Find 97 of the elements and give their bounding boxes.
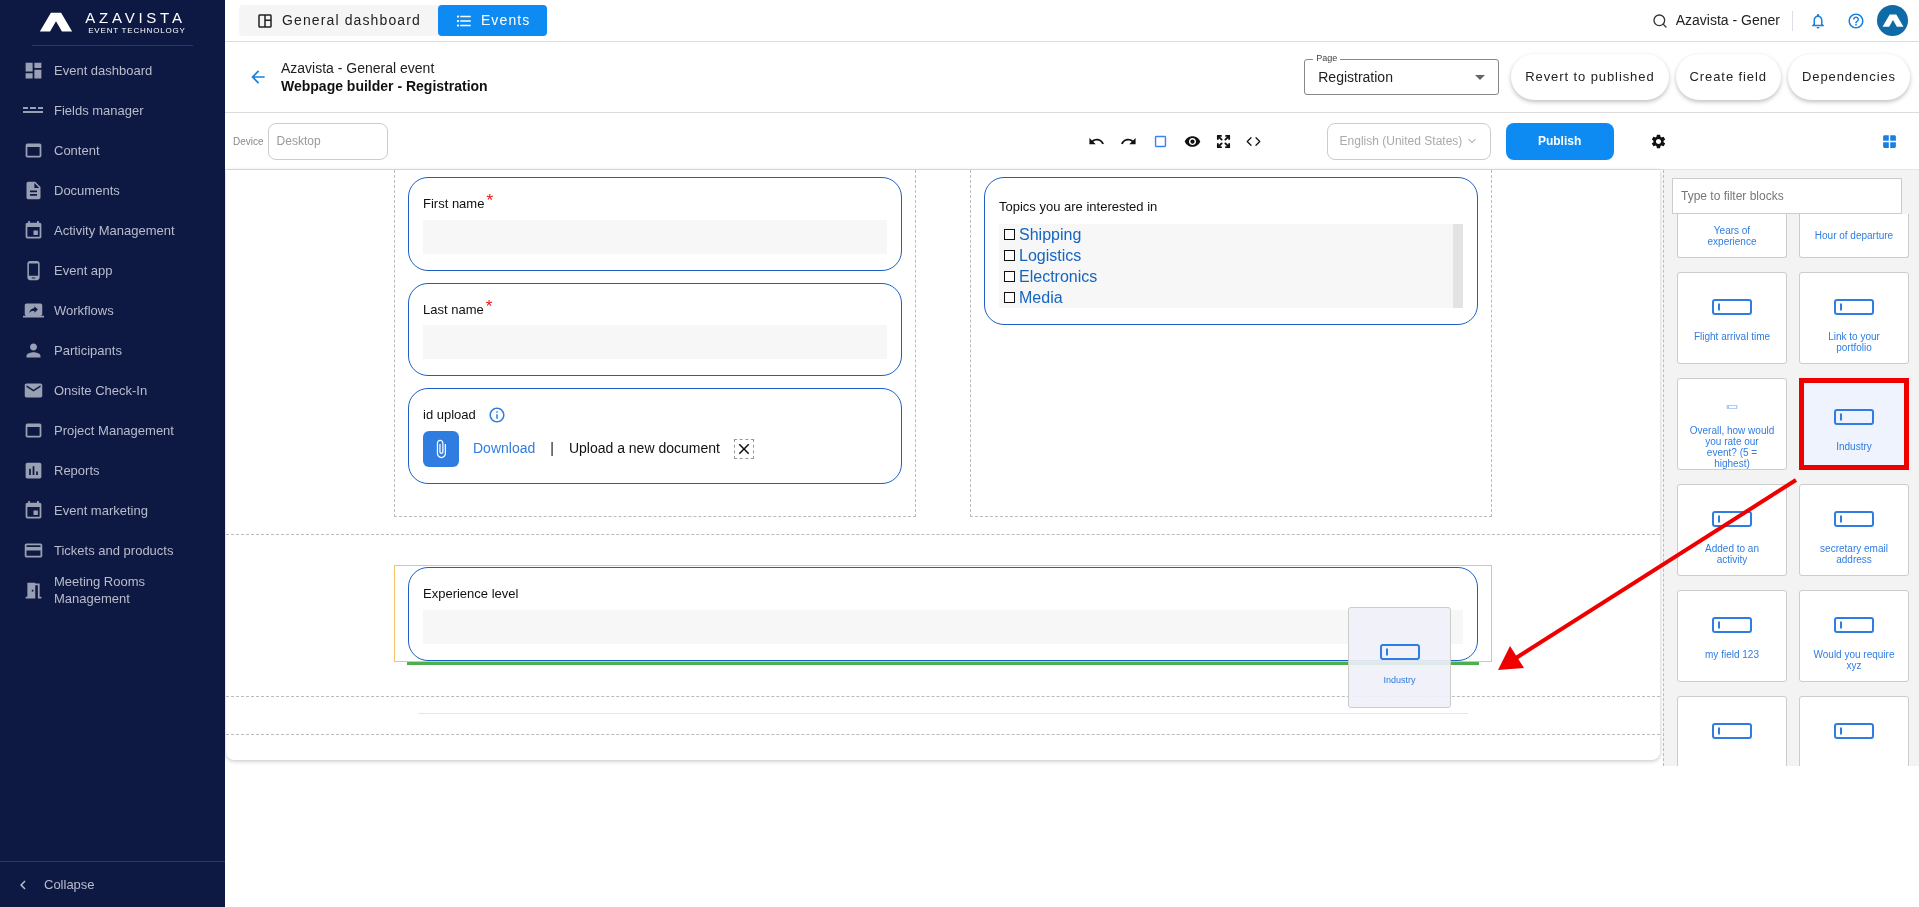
block-label: Added to an activity — [1704, 543, 1760, 565]
sidebar-item[interactable]: Onsite Check-In — [0, 370, 225, 410]
upload-link[interactable]: Upload a new document — [568, 438, 720, 459]
sidebar-item[interactable]: Project Management — [0, 410, 225, 450]
sidebar-item[interactable]: Workflows — [0, 290, 225, 330]
block-tile[interactable]: my field 123 — [1677, 590, 1787, 682]
field-label: Topics you are interested in — [999, 199, 1158, 214]
input-field-icon — [1712, 299, 1752, 315]
field-label: First name — [423, 195, 485, 213]
block-label: secretary email address — [1819, 543, 1889, 565]
brand-tagline: EVENT TECHNOLOGY — [88, 27, 186, 35]
sidebar-item[interactable]: Fields manager — [0, 90, 225, 130]
field-label: id upload — [423, 406, 476, 424]
checkbox-option[interactable]: Logistics — [1004, 245, 1453, 266]
block-tile[interactable]: secretary email address — [1799, 484, 1909, 576]
input-field-icon — [1712, 617, 1752, 633]
logo-icon — [39, 12, 74, 33]
separator: | — [550, 439, 554, 458]
settings-icon[interactable] — [1649, 132, 1667, 150]
header-button[interactable]: Create field — [1675, 54, 1781, 100]
checkbox-option[interactable]: Electronics — [1004, 266, 1453, 287]
publish-button[interactable]: Publish — [1505, 122, 1614, 160]
sidebar-item[interactable]: Documents — [0, 170, 225, 210]
block-tile[interactable]: Industry — [1799, 378, 1909, 470]
input-field-icon — [1834, 723, 1874, 739]
block-tile[interactable] — [1677, 696, 1787, 766]
dashboard-icon — [256, 11, 274, 30]
page-select-label: Page — [1313, 52, 1341, 64]
top-tab[interactable]: Events — [437, 5, 548, 36]
sidebar-item[interactable]: Event dashboard — [0, 50, 225, 90]
block-label: Would you require xyz — [1812, 649, 1896, 671]
block-tile[interactable]: Flight arrival time — [1677, 272, 1787, 364]
checkbox[interactable] — [1004, 229, 1015, 240]
input-field-icon — [1379, 644, 1420, 660]
remove-button[interactable] — [733, 438, 754, 459]
input-field-icon — [1834, 617, 1874, 633]
top-tab[interactable]: General dashboard — [239, 5, 438, 36]
block-tile[interactable]: Link to your portfolio — [1799, 272, 1909, 364]
sidebar-item[interactable]: Reports — [0, 450, 225, 490]
sidebar-item[interactable]: Content — [0, 130, 225, 170]
grid-icon[interactable] — [1881, 132, 1898, 150]
device-label: Device — [233, 134, 264, 149]
block-label: Industry — [1836, 441, 1872, 452]
input-field-icon — [1712, 723, 1752, 739]
attach-button[interactable] — [423, 430, 459, 467]
block-tile[interactable]: Years of experience — [1677, 214, 1787, 258]
input-field-icon — [1834, 409, 1874, 425]
collapse-button[interactable]: Collapse — [44, 874, 95, 895]
header-button[interactable]: Dependencies — [1787, 54, 1910, 100]
input-field-icon — [1712, 511, 1752, 527]
block-label: Industry — [1383, 674, 1416, 687]
header-button[interactable]: Revert to published — [1511, 54, 1669, 100]
help-icon — [1847, 11, 1865, 30]
avatar-logo-icon — [1881, 13, 1904, 28]
sidebar-item[interactable]: Participants — [0, 330, 225, 370]
filter-blocks-field[interactable]: Type to filter blocks — [1672, 178, 1902, 214]
sidebar-item[interactable]: Event marketing — [0, 490, 225, 530]
input-field-icon — [1834, 511, 1874, 527]
block-label: Link to your portfolio — [1827, 331, 1881, 353]
input-field[interactable] — [423, 609, 1463, 644]
block-label: Years of experience — [1706, 224, 1758, 247]
sidebar-item[interactable]: Event app — [0, 250, 225, 290]
block-tile[interactable]: Would you require xyz — [1799, 590, 1909, 682]
sidebar-item[interactable]: Activity Management — [0, 210, 225, 250]
block-label: Flight arrival time — [1693, 331, 1771, 342]
required-mark: * — [486, 194, 494, 208]
dashes-icon — [23, 107, 43, 113]
event-name: Azavista - General event — [281, 59, 436, 77]
block-tile[interactable] — [1799, 696, 1909, 766]
sidebar-item[interactable]: Tickets and products — [0, 530, 225, 570]
field-label: Experience level — [423, 585, 519, 603]
avatar[interactable] — [1877, 5, 1908, 36]
page-title: Webpage builder - Registration — [281, 77, 488, 95]
input-field-icon — [1834, 299, 1874, 315]
block-tile[interactable]: Overall, how would you rate our event? (5 = highest) — [1677, 378, 1787, 470]
checkbox-option[interactable]: Shipping — [1004, 224, 1453, 245]
brand-name: AZAVISTA — [85, 10, 186, 25]
caret-icon — [1475, 74, 1486, 80]
bell-icon — [1809, 11, 1827, 30]
checkbox[interactable] — [1004, 271, 1015, 282]
info-icon[interactable] — [487, 405, 506, 424]
sidebar-item[interactable]: Meeting Rooms Management — [0, 570, 225, 610]
field-label: Last name — [423, 300, 484, 319]
checkbox[interactable] — [1004, 292, 1015, 303]
search-field[interactable]: Azavista - Gener — [1675, 10, 1780, 31]
block-label: Hour of departure — [1814, 230, 1894, 241]
block-label: my field 123 — [1705, 649, 1759, 660]
checkbox-option[interactable]: Media — [1004, 287, 1453, 308]
block-label: Overall, how would you rate our event? (5 = highest) — [1689, 425, 1775, 469]
block-tile[interactable]: Hour of departure — [1799, 214, 1909, 258]
search-icon — [1651, 12, 1668, 29]
checkbox[interactable] — [1004, 250, 1015, 261]
block-tile[interactable]: Added to an activity — [1677, 484, 1787, 576]
expand-icon[interactable] — [1215, 133, 1231, 149]
download-link[interactable]: Download — [473, 438, 536, 459]
required-mark: * — [485, 299, 493, 314]
dragged-block[interactable]: Industry — [1348, 607, 1451, 708]
